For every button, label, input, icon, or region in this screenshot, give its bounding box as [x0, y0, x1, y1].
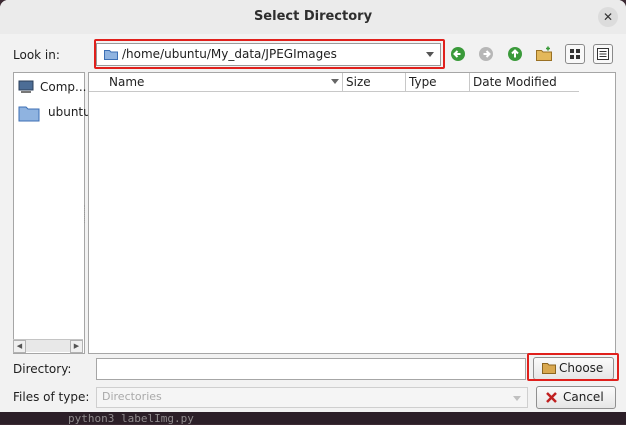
select-directory-dialog: Select Directory ✕ Look in: /home/ubuntu…: [0, 0, 626, 412]
highlight-look-in: [94, 39, 445, 69]
new-folder-button[interactable]: [534, 44, 554, 64]
title-bar: Select Directory ✕: [0, 0, 626, 34]
list-view-icon: [566, 45, 584, 63]
column-header-size[interactable]: Size: [346, 75, 371, 89]
forward-icon: [476, 44, 496, 64]
column-header-name[interactable]: Name: [109, 75, 144, 89]
up-folder-button[interactable]: [505, 44, 525, 64]
terminal-background: python3 labelImg.py: [0, 410, 626, 425]
sidebar-item-label: ubuntu: [48, 105, 91, 119]
table-header: Name Size Type Date Modified: [89, 73, 579, 92]
directory-input[interactable]: [96, 358, 526, 380]
sort-descending-icon: [331, 79, 339, 84]
sidebar-item-ubuntu[interactable]: ubuntu: [18, 104, 91, 125]
terminal-text: python3 labelImg.py: [68, 412, 194, 425]
cancel-icon: [545, 391, 559, 407]
sidebar-item-computer[interactable]: Comp...: [18, 80, 86, 97]
places-panel: Comp... ubuntu: [13, 72, 91, 354]
look-in-label: Look in:: [13, 48, 60, 62]
list-view-button[interactable]: [565, 44, 585, 64]
back-icon: [448, 44, 468, 64]
column-header-type[interactable]: Type: [409, 75, 437, 89]
computer-icon: [18, 80, 34, 97]
places-horizontal-scrollbar[interactable]: ◀ ▶: [13, 339, 83, 353]
folder-icon: [18, 106, 40, 125]
file-list-table: Name Size Type Date Modified: [88, 72, 616, 354]
scroll-right-icon[interactable]: ▶: [70, 340, 83, 353]
close-button[interactable]: ✕: [598, 7, 618, 27]
files-of-type-combo: Directories: [96, 387, 528, 408]
up-icon: [505, 44, 525, 64]
details-view-button[interactable]: [593, 44, 613, 64]
back-button[interactable]: [448, 44, 468, 64]
directory-label: Directory:: [13, 362, 72, 376]
cancel-button[interactable]: Cancel: [536, 386, 616, 409]
cancel-label: Cancel: [563, 390, 604, 404]
sidebar-item-label: Comp...: [40, 80, 87, 94]
new-folder-icon: [534, 44, 554, 64]
forward-button[interactable]: [476, 44, 496, 64]
chevron-down-icon: [513, 396, 521, 401]
files-of-type-value: Directories: [102, 390, 162, 403]
files-of-type-label: Files of type:: [13, 390, 90, 404]
details-view-icon: [594, 45, 612, 63]
panel-splitter[interactable]: [84, 205, 87, 223]
highlight-choose: [527, 353, 619, 381]
dialog-title: Select Directory: [253, 9, 373, 24]
scroll-left-icon[interactable]: ◀: [13, 340, 26, 353]
close-icon: ✕: [602, 10, 614, 24]
column-header-date-modified[interactable]: Date Modified: [473, 75, 557, 89]
